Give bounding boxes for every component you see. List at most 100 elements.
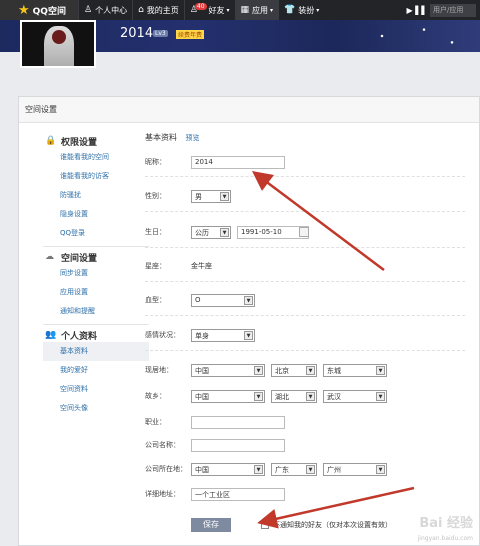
cloud-icon: ☁	[45, 252, 54, 262]
residence-city-select[interactable]: 东城 ▼	[323, 363, 387, 377]
divider	[145, 247, 465, 248]
company-row: 公司名称：	[145, 438, 465, 452]
divider	[43, 246, 149, 247]
nav-label: 个人中心	[95, 5, 128, 15]
nav-dress-up[interactable]: 👕 装扮 ▾	[278, 0, 324, 20]
gender-select[interactable]: 男 ▼	[191, 189, 231, 203]
nav-my-homepage[interactable]: ⌂ 我的主页	[132, 0, 184, 20]
panel-title: 空间设置	[19, 97, 479, 123]
nav-personal-center[interactable]: ♙ 个人中心	[78, 0, 132, 20]
sidebar-item-basic-info[interactable]: 基本资料	[43, 342, 149, 361]
calendar-icon[interactable]	[299, 227, 309, 237]
profile-nickname: 2014	[120, 26, 154, 41]
hometown-city-select[interactable]: 武汉 ▼	[323, 389, 387, 403]
residence-province-value: 北京	[275, 366, 289, 375]
section-title: 个人资料	[61, 331, 98, 342]
address-input[interactable]: 一个工业区	[191, 487, 285, 501]
sidebar-item-qq-login[interactable]: QQ登录	[43, 224, 149, 243]
company-province-select[interactable]: 广东 ▼	[271, 462, 317, 476]
nickname-label: 昵称：	[145, 158, 166, 166]
avatar[interactable]	[20, 20, 96, 68]
divider	[145, 350, 465, 351]
sidebar-item-who-can-view-visitors[interactable]: 谁能看我的访客	[43, 167, 149, 186]
apps-icon: ▦	[240, 5, 250, 15]
residence-country-select[interactable]: 中国 ▼	[191, 363, 265, 377]
blood-type-value: O	[195, 295, 201, 304]
notify-label: 不通知我的好友（仅对本次设置有效）	[273, 521, 392, 529]
birthday-label: 生日：	[145, 228, 166, 236]
blood-type-select[interactable]: O ▼	[191, 293, 255, 307]
blood-type-label: 血型：	[145, 296, 166, 304]
notify-checkbox[interactable]	[261, 521, 269, 529]
vip-badge[interactable]: 续费年费	[176, 30, 205, 39]
chevron-down-icon: ▼	[376, 365, 385, 375]
nav-friends[interactable]: ♙ 40 好友 ▾	[183, 0, 235, 20]
chevron-down-icon: ▼	[244, 330, 253, 340]
gender-value: 男	[195, 192, 202, 201]
chevron-down-icon: ▾	[270, 6, 274, 14]
sidebar-item-apps[interactable]: 应用设置	[43, 283, 149, 302]
residence-province-select[interactable]: 北京 ▼	[271, 363, 317, 377]
top-nav: ★ QQ空间 ♙ 个人中心 ⌂ 我的主页 ♙ 40 好友 ▾ ▦ 应用 ▾ 👕 …	[0, 0, 480, 20]
relationship-select[interactable]: 单身 ▼	[191, 328, 255, 342]
residence-label: 现居地：	[145, 366, 173, 374]
sidebar-item-who-can-view-space[interactable]: 谁能看我的空间	[43, 148, 149, 167]
music-play-icon[interactable]: ▶ ▌▌	[404, 6, 430, 15]
divider	[145, 211, 465, 212]
residence-country-value: 中国	[195, 366, 209, 375]
residence-row: 现居地： 中国 ▼ 北京 ▼ 东城 ▼	[145, 363, 465, 377]
divider	[145, 315, 465, 316]
hometown-province-select[interactable]: 湖北 ▼	[271, 389, 317, 403]
company-city-value: 广州	[327, 465, 341, 474]
preview-link[interactable]: 预览	[186, 134, 200, 142]
form-header: 基本资料 预览	[145, 131, 465, 145]
sidebar-item-sync[interactable]: 同步设置	[43, 264, 149, 283]
hometown-row: 故乡： 中国 ▼ 湖北 ▼ 武汉 ▼	[145, 389, 465, 403]
divider	[145, 281, 465, 282]
logo-text: QQ空间	[32, 6, 66, 17]
divider	[145, 176, 465, 177]
address-row: 详细地址： 一个工业区	[145, 487, 465, 501]
gender-row: 性别： 男 ▼	[145, 189, 465, 203]
blood-type-row: 血型： O ▼	[145, 293, 465, 307]
birthday-row: 生日： 公历 ▼ 1991-05-10	[145, 225, 465, 239]
nav-label: 应用	[252, 5, 269, 15]
sidebar-item-space-info[interactable]: 空间资料	[43, 380, 149, 399]
relationship-label: 感情状况：	[145, 331, 180, 339]
search-input[interactable]: 用户/应用	[430, 3, 476, 17]
save-button[interactable]: 保存	[191, 518, 231, 532]
job-row: 职业：	[145, 415, 465, 429]
calendar-type-select[interactable]: 公历 ▼	[191, 225, 231, 239]
lock-icon: 🔒	[45, 136, 57, 146]
hometown-country-value: 中国	[195, 392, 209, 401]
relationship-row: 感情状况： 单身 ▼	[145, 328, 465, 342]
residence-city-value: 东城	[327, 366, 341, 375]
company-city-select[interactable]: 广州 ▼	[323, 462, 387, 476]
baidu-watermark: Bai 经验	[419, 516, 473, 531]
sidebar-item-invisible[interactable]: 隐身设置	[43, 205, 149, 224]
company-province-value: 广东	[275, 465, 289, 474]
section-title: 空间设置	[61, 253, 98, 264]
avatar-hat	[52, 30, 66, 44]
level-badge: Lv3	[153, 30, 168, 37]
sidebar-item-space-avatar[interactable]: 空间头像	[43, 399, 149, 418]
company-label: 公司名称：	[145, 441, 180, 449]
nickname-input[interactable]: 2014	[191, 155, 285, 169]
sidebar-item-anti-harassment[interactable]: 防骚扰	[43, 186, 149, 205]
nav-apps[interactable]: ▦ 应用 ▾	[234, 0, 279, 20]
chevron-down-icon: ▼	[376, 391, 385, 401]
company-input[interactable]	[191, 438, 285, 452]
person-icon: ♙	[84, 5, 93, 15]
qzone-logo[interactable]: ★ QQ空间	[0, 0, 78, 20]
company-country-value: 中国	[195, 465, 209, 474]
job-input[interactable]	[191, 415, 285, 429]
sidebar-item-hobbies[interactable]: 我的爱好	[43, 361, 149, 380]
company-country-select[interactable]: 中国 ▼	[191, 462, 265, 476]
hometown-country-select[interactable]: 中国 ▼	[191, 389, 265, 403]
divider	[43, 324, 149, 325]
chevron-down-icon: ▾	[226, 6, 230, 14]
chevron-down-icon: ▼	[244, 295, 253, 305]
chevron-down-icon: ▼	[254, 391, 263, 401]
sidebar-item-notifications[interactable]: 通知和提醒	[43, 302, 149, 321]
basic-info-form: 基本资料 预览 昵称： 2014 性别： 男 ▼ 生日： 公历 ▼ 1991-05-…	[145, 131, 465, 532]
